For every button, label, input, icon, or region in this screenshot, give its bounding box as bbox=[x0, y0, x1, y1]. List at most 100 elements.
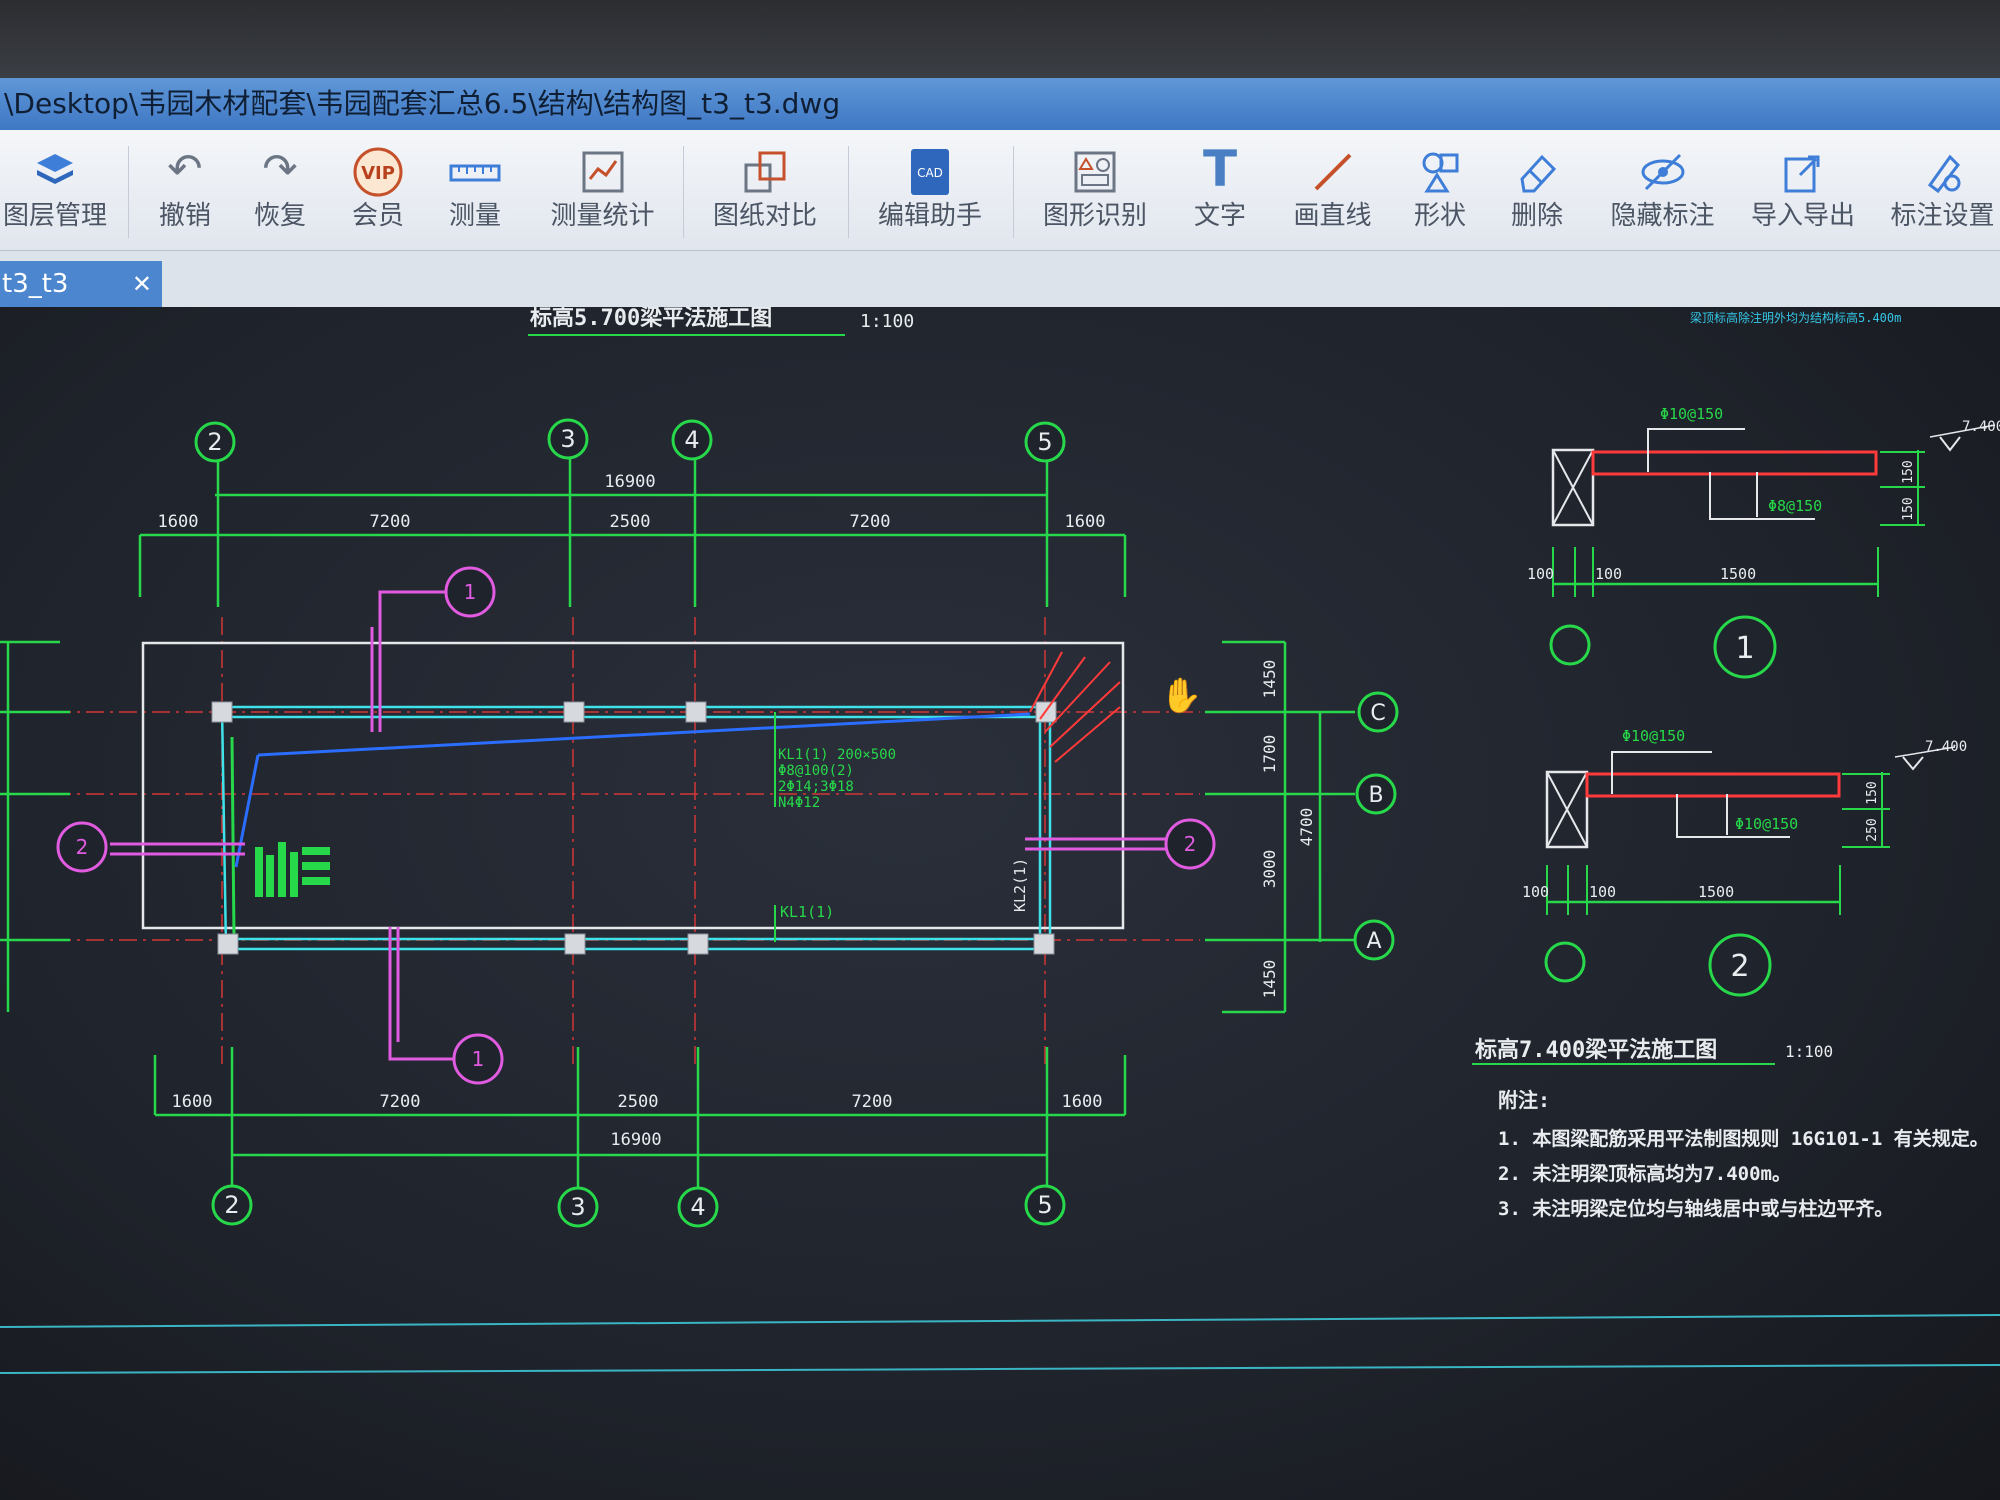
close-icon[interactable]: ✕ bbox=[132, 261, 152, 307]
dim-top-5: 1600 bbox=[1065, 512, 1106, 532]
toolbar-label: 图层管理 bbox=[2, 201, 107, 231]
toolbar-measure-button[interactable]: 测量 bbox=[435, 140, 515, 244]
drawing-canvas[interactable]: 标高5.700梁平法施工图 1:100 梁顶标高除注明外均为结构标高5.400m bbox=[0, 307, 2000, 1500]
toolbar-import-export-button[interactable]: 导入导出 bbox=[1748, 140, 1858, 244]
toolbar-undo-button[interactable]: ↶ 撤销 bbox=[145, 140, 225, 244]
toolbar-measure-stats-button[interactable]: 测量统计 bbox=[540, 140, 665, 244]
toolbar-label: 文字 bbox=[1193, 201, 1246, 231]
toolbar-label: 删除 bbox=[1510, 201, 1563, 231]
axis-label-top: 3 bbox=[560, 425, 575, 453]
slope-beam-line bbox=[234, 754, 260, 868]
note-1: 1. 本图梁配筋采用平法制图规则 16G101-1 有关规定。 bbox=[1498, 1127, 1989, 1150]
section-scale: 1:100 bbox=[1785, 1042, 1833, 1061]
dim-bottom-3: 2500 bbox=[618, 1092, 659, 1112]
dim-bottom-total: 16900 bbox=[610, 1130, 661, 1150]
section1-elevation: 7.400 bbox=[1962, 419, 2000, 435]
ruler-icon bbox=[435, 140, 515, 198]
plan-title: 标高5.700梁平法施工图 bbox=[530, 307, 772, 331]
section2-dim-1: 100 bbox=[1522, 883, 1549, 901]
document-tab-bar: t3_t3 ✕ bbox=[0, 251, 2000, 307]
note-3: 3. 未注明梁定位均与轴线居中或与柱边平齐。 bbox=[1498, 1197, 1893, 1220]
axis-label-top: 4 bbox=[684, 426, 699, 454]
left-dimension-stub bbox=[0, 640, 70, 1012]
toolbar-label: 撤销 bbox=[158, 201, 211, 231]
toolbar-layer-manager-button[interactable]: 图层管理 bbox=[0, 140, 110, 244]
axis-label-bottom: 4 bbox=[690, 1193, 705, 1221]
dim-bottom-1: 1600 bbox=[172, 1092, 213, 1112]
beam-label-main: KL1(1) 200×500 bbox=[778, 747, 896, 763]
toolbar-delete-button[interactable]: 删除 bbox=[1497, 140, 1577, 244]
toolbar-text-button[interactable]: T 文字 bbox=[1180, 140, 1260, 244]
section1-marker: 1 bbox=[1735, 631, 1754, 666]
axis-bubbles-bottom bbox=[211, 1184, 1066, 1228]
axis-label-bottom: 2 bbox=[224, 1191, 239, 1219]
dim-right-4: 1450 bbox=[1260, 960, 1279, 999]
slope-beam-line bbox=[257, 712, 1031, 757]
note-2: 2. 未注明梁顶标高均为7.400m。 bbox=[1498, 1162, 1791, 1185]
dim-right-1: 1450 bbox=[1260, 660, 1279, 699]
section2-dim-2: 100 bbox=[1589, 883, 1616, 901]
toolbar-separator bbox=[848, 146, 849, 238]
axis-label-top: 2 bbox=[207, 428, 222, 456]
toolbar-label: 标注设置 bbox=[1890, 201, 1995, 231]
svg-text:VIP: VIP bbox=[361, 163, 395, 184]
toolbar-label: 形状 bbox=[1413, 201, 1466, 231]
axis-bubbles-top bbox=[194, 418, 1066, 463]
toolbar-separator bbox=[683, 146, 684, 238]
drawing-frame-line bbox=[0, 1364, 2000, 1374]
dim-top-4: 7200 bbox=[850, 512, 891, 532]
toolbar-compare-button[interactable]: 图纸对比 bbox=[700, 140, 830, 244]
toolbar-label: 图纸对比 bbox=[712, 201, 817, 231]
dim-top-2: 7200 bbox=[370, 512, 411, 532]
toolbar-label: 导入导出 bbox=[1750, 201, 1855, 231]
beam-lines bbox=[220, 705, 1052, 951]
edit-assistant-icon: CAD bbox=[865, 140, 995, 198]
toolbar-label: 隐藏标注 bbox=[1610, 201, 1715, 231]
axis-label-right: A bbox=[1366, 929, 1381, 954]
section-marker-label: 1 bbox=[472, 1047, 485, 1071]
toolbar-edit-assistant-button[interactable]: CAD 编辑助手 bbox=[865, 140, 995, 244]
beam-label-left-block bbox=[255, 842, 330, 897]
section-detail-2 bbox=[1544, 746, 1956, 997]
tab-label: t3_t3 bbox=[2, 269, 69, 299]
document-tab[interactable]: t3_t3 ✕ bbox=[0, 261, 162, 307]
section1-rebar-bottom: Φ8@150 bbox=[1768, 497, 1822, 515]
toolbar-shape-recognition-button[interactable]: 图形识别 bbox=[1030, 140, 1160, 244]
redo-icon: ↷ bbox=[262, 144, 298, 193]
axis-label-right: B bbox=[1368, 783, 1383, 808]
axis-bubbles-right bbox=[1353, 691, 1399, 961]
plan-scale: 1:100 bbox=[860, 311, 914, 332]
axis-label-bottom: 3 bbox=[570, 1193, 585, 1221]
section-marker-label: 2 bbox=[76, 835, 89, 859]
compare-icon bbox=[700, 140, 830, 198]
dim-right-3: 3000 bbox=[1260, 850, 1279, 889]
toolbar-redo-button[interactable]: ↷ 恢复 bbox=[240, 140, 320, 244]
toolbar-label: 测量统计 bbox=[550, 201, 655, 231]
beam-label-right: KL2(1) bbox=[1011, 858, 1029, 912]
toolbar-label: 图形识别 bbox=[1042, 201, 1147, 231]
hide-annotation-icon bbox=[1600, 140, 1725, 198]
dim-right-2: 1700 bbox=[1260, 735, 1279, 774]
section1-rebar-top: Φ10@150 bbox=[1660, 405, 1723, 423]
section2-height-2: 250 bbox=[1865, 818, 1880, 841]
toolbar-label: 测量 bbox=[448, 201, 501, 231]
section-detail-1 bbox=[1549, 424, 1996, 679]
layers-icon bbox=[0, 140, 110, 198]
axis-label-right: C bbox=[1370, 701, 1385, 726]
svg-text:CAD: CAD bbox=[917, 166, 943, 180]
toolbar-label: 恢复 bbox=[253, 201, 306, 231]
section2-rebar-top: Φ10@150 bbox=[1622, 727, 1685, 745]
beam-label-stirrup: Φ8@100(2) bbox=[778, 763, 854, 779]
toolbar-line-button[interactable]: 画直线 bbox=[1285, 140, 1380, 244]
toolbar-shapes-button[interactable]: 形状 bbox=[1400, 140, 1480, 244]
toolbar-separator bbox=[1013, 146, 1014, 238]
beam-green-edge bbox=[230, 736, 236, 938]
toolbar-annotation-settings-button[interactable]: 标注设置 bbox=[1885, 140, 2000, 244]
toolbar-label: 会员 bbox=[351, 201, 404, 231]
line-icon bbox=[1285, 140, 1380, 198]
toolbar-hide-annotation-button[interactable]: 隐藏标注 bbox=[1600, 140, 1725, 244]
toolbar-vip-button[interactable]: VIP 会员 bbox=[338, 140, 418, 244]
shapes-icon bbox=[1400, 140, 1480, 198]
vip-icon: VIP bbox=[338, 140, 418, 198]
eraser-icon bbox=[1497, 140, 1577, 198]
